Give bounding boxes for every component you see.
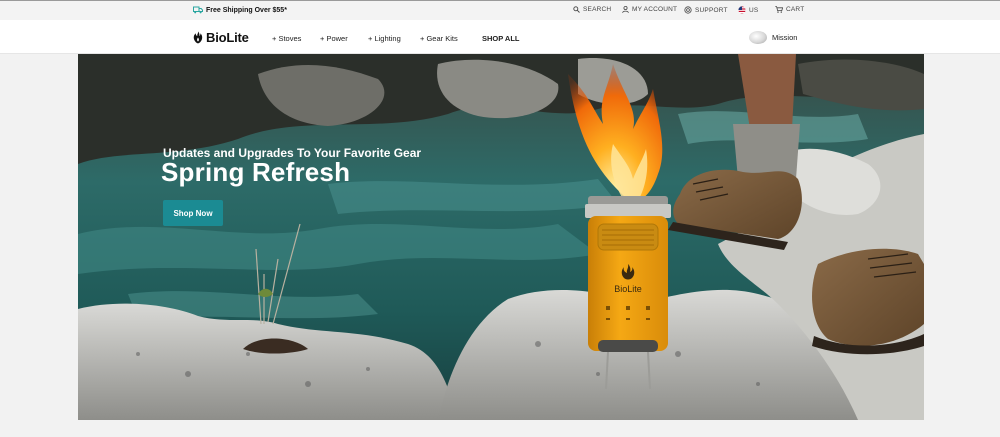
support-icon: [684, 6, 692, 14]
nav-stoves[interactable]: + Stoves: [272, 34, 301, 43]
nav-mission[interactable]: Mission: [749, 31, 797, 44]
hero-image: BioLite: [78, 54, 924, 420]
support-label: SUPPORT: [695, 6, 728, 14]
main-nav: BioLite + Stoves + Power + Lighting + Ge…: [0, 20, 1000, 54]
nav-lighting[interactable]: + Lighting: [368, 34, 401, 43]
shop-now-button[interactable]: Shop Now: [163, 200, 223, 226]
hero-headline: Spring Refresh: [161, 157, 351, 187]
search-label: SEARCH: [583, 6, 612, 13]
mission-label: Mission: [772, 33, 798, 42]
nav-gear-kits[interactable]: + Gear Kits: [420, 34, 458, 43]
hero-banner[interactable]: BioLite Updates and Upgrades To Your Fav…: [78, 54, 924, 420]
support-link[interactable]: SUPPORT: [684, 6, 728, 14]
us-flag-icon: [738, 6, 746, 14]
search-icon: [573, 6, 580, 13]
stove-brand-text: BioLite: [614, 284, 642, 294]
region-label: US: [749, 6, 759, 14]
shipping-promo-text: Free Shipping Over $55*: [206, 6, 287, 14]
utility-bar: Free Shipping Over $55* SEARCH MY ACCOUN…: [0, 0, 1000, 20]
my-account-link[interactable]: MY ACCOUNT: [622, 6, 677, 13]
region-selector[interactable]: US: [738, 6, 758, 14]
nav-shop-all[interactable]: SHOP ALL: [482, 34, 520, 43]
brand-logo[interactable]: BioLite: [193, 30, 249, 45]
cart-icon: [775, 6, 783, 13]
cart-label: CART: [786, 6, 805, 13]
biolite-logo-icon: [193, 31, 203, 44]
cart-link[interactable]: CART: [775, 6, 804, 13]
account-icon: [622, 6, 629, 13]
nav-power[interactable]: + Power: [320, 34, 348, 43]
search-link[interactable]: SEARCH: [573, 6, 611, 13]
shipping-icon: [193, 6, 203, 14]
shipping-promo[interactable]: Free Shipping Over $55*: [193, 6, 287, 14]
brand-name: BioLite: [206, 30, 249, 45]
mission-icon: [749, 31, 767, 44]
my-account-label: MY ACCOUNT: [632, 6, 678, 13]
